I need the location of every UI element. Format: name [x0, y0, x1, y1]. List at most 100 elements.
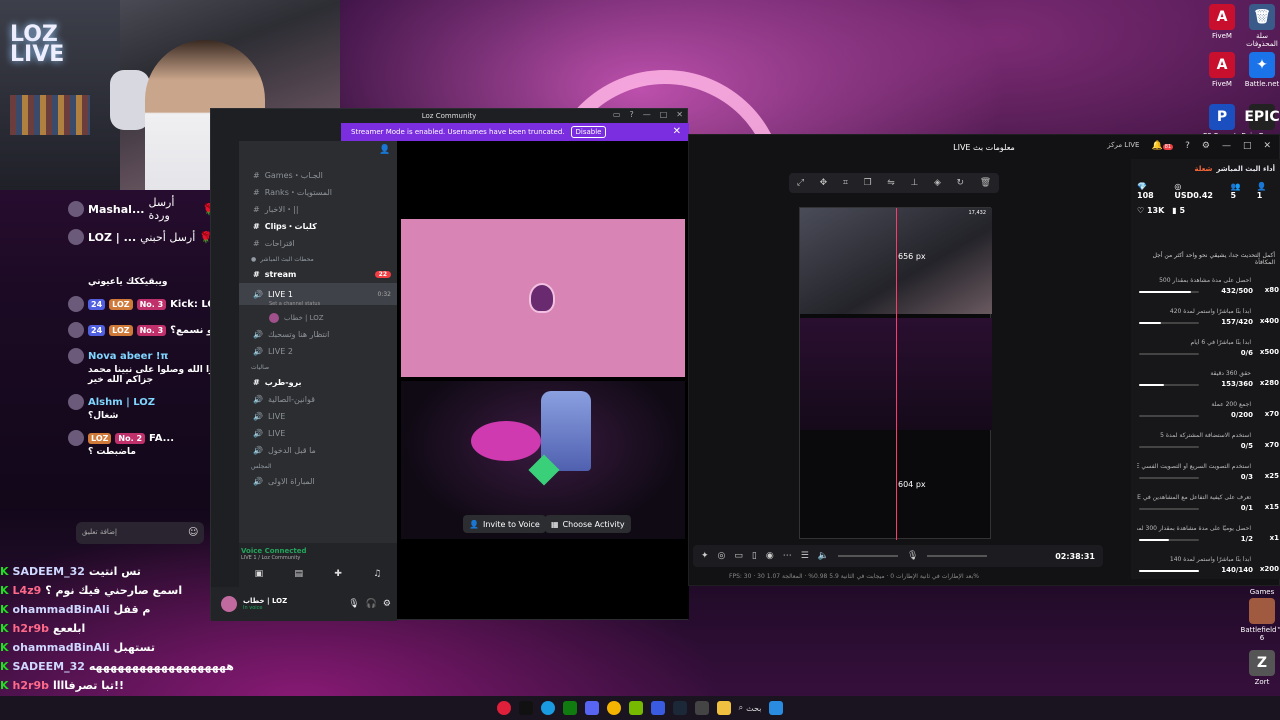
category-other[interactable]: المجلس: [239, 459, 397, 473]
voice-channel[interactable]: 🔊 LIVE: [239, 425, 397, 442]
text-channel[interactable]: # الاخبار・||: [239, 201, 397, 218]
text-channel[interactable]: # Ranks・المستويات: [239, 184, 397, 201]
participant-tile[interactable]: [401, 219, 685, 377]
text-channel[interactable]: # اقتراحات: [239, 235, 397, 252]
effects-icon[interactable]: ✦: [701, 551, 709, 561]
inbox-icon[interactable]: ▭: [613, 110, 621, 119]
category-voice[interactable]: صاليات: [239, 360, 397, 374]
stream-canvas[interactable]: 17,432 656 px 604 px: [799, 207, 992, 540]
battlefield-icon[interactable]: Battlefield™ 6: [1240, 598, 1280, 642]
maximize-icon[interactable]: □: [660, 110, 668, 119]
minimize-icon[interactable]: —: [1222, 141, 1231, 151]
quest-progress: 0/3: [1240, 473, 1253, 481]
taskbar: ⌕ بحث: [0, 696, 1280, 720]
channel-status[interactable]: Set a channel status: [239, 301, 397, 309]
text-channel[interactable]: # Clips・كلبات: [239, 218, 397, 235]
settings-icon[interactable]: ⚙: [1202, 141, 1210, 151]
voice-channel[interactable]: 🔊 LIVE: [239, 408, 397, 425]
notification-icon[interactable]: 🔔 81: [1151, 141, 1174, 151]
canvas-counter: 17,432: [968, 210, 987, 216]
phone-icon[interactable]: ▯: [752, 551, 757, 561]
chat-input[interactable]: إضافة تعليق: [76, 522, 204, 544]
volume-icon[interactable]: 🔈: [818, 551, 829, 561]
edge-icon[interactable]: [540, 701, 555, 715]
channel-other[interactable]: 🔊 المباراة الاولى: [239, 473, 397, 490]
record-icon[interactable]: ◉: [766, 551, 774, 561]
crop-icon[interactable]: ⌗: [843, 178, 848, 188]
file-explorer-icon[interactable]: [716, 701, 731, 715]
settings-icon[interactable]: [694, 701, 709, 715]
recycle-bin-icon-glyph: 🗑: [1249, 4, 1275, 30]
activities-icon[interactable]: ✚: [334, 569, 342, 579]
measure-guide: [896, 208, 897, 540]
refresh-icon[interactable]: ↻: [957, 178, 965, 188]
audio-icon[interactable]: ◎: [718, 551, 726, 561]
voice-channel[interactable]: 🔊 قوانين-الصالية: [239, 391, 397, 408]
person-add-icon: 👤: [469, 519, 479, 529]
choose-activity-button[interactable]: ▦ Choose Activity: [545, 515, 631, 533]
mixer-icon[interactable]: ☰: [801, 551, 809, 561]
channel-name: الاخبار・||: [264, 205, 299, 214]
camera-icon[interactable]: ▣: [255, 569, 264, 579]
minimize-icon[interactable]: —: [643, 110, 651, 119]
voice-channel[interactable]: # برو-طرب: [239, 374, 397, 391]
settings-icon[interactable]: ⚙: [383, 599, 391, 609]
headphones-icon[interactable]: 🎧: [366, 599, 377, 609]
opera-icon[interactable]: [496, 701, 511, 715]
close-icon[interactable]: ✕: [1263, 141, 1271, 151]
add-member-icon[interactable]: 👤: [379, 145, 390, 155]
copy-icon[interactable]: ❐: [864, 178, 872, 188]
voice-channel[interactable]: 🔊 LIVE 2: [239, 343, 397, 360]
voice-channel[interactable]: 🔊 انتظار هنا وتسحبك: [239, 326, 397, 343]
fivem-icon-2[interactable]: A FiveM: [1200, 52, 1244, 88]
maximize-icon[interactable]: □: [1243, 141, 1252, 151]
delete-icon[interactable]: 🗑: [980, 178, 991, 188]
xbox-icon[interactable]: [562, 701, 577, 715]
disable-button[interactable]: Disable: [570, 126, 607, 138]
channel-stream[interactable]: # stream 22: [239, 266, 397, 283]
mic-slider[interactable]: [927, 555, 988, 557]
invite-to-voice-button[interactable]: 👤 Invite to Voice: [463, 515, 546, 533]
search-box[interactable]: ⌕ بحث: [739, 703, 762, 713]
recycle-bin-icon[interactable]: 🗑 سلة المحذوفات: [1240, 4, 1280, 48]
align-icon[interactable]: ⊥: [910, 178, 918, 188]
volume-slider[interactable]: [838, 555, 899, 557]
emoji-icon[interactable]: ☺: [188, 527, 198, 538]
twitch-username: h2r9b: [12, 622, 49, 635]
tiktok-icon[interactable]: [518, 701, 533, 715]
fit-icon[interactable]: ⤢: [797, 178, 804, 188]
quest-item: حقق 360 دقيقة 153/360 x280: [1131, 367, 1280, 398]
banner-close-icon[interactable]: ✕: [673, 126, 681, 137]
live-center-button[interactable]: مركز LIVE: [1107, 141, 1139, 151]
battlenet-icon[interactable]: ✦ Battle.net: [1240, 52, 1280, 88]
voice-channel[interactable]: 🔊 ما قبل الدخول: [239, 442, 397, 459]
quest-reward: x15: [1264, 503, 1279, 511]
chrome-icon[interactable]: [606, 701, 621, 715]
mic-icon[interactable]: 🎙: [348, 599, 359, 609]
help-icon[interactable]: ?: [1185, 141, 1190, 151]
avatar: [68, 430, 84, 446]
mic-icon[interactable]: 🎙: [907, 551, 918, 561]
category-live[interactable]: ● محطات البث المباشر: [239, 252, 397, 266]
zort-icon[interactable]: Z Zort: [1240, 650, 1280, 686]
close-icon[interactable]: ✕: [676, 110, 683, 119]
screen-share-icon[interactable]: ▤: [295, 569, 304, 579]
more-icon[interactable]: ⋯: [783, 551, 792, 561]
fivem-icon[interactable]: A FiveM: [1200, 4, 1244, 40]
voice-member[interactable]: خطاب | LOZ: [239, 309, 397, 326]
quest-progress-fill: [1139, 322, 1162, 324]
app-icon[interactable]: [650, 701, 665, 715]
discord-icon[interactable]: [584, 701, 599, 715]
nvidia-icon[interactable]: [628, 701, 643, 715]
soundboard-icon[interactable]: ♫: [373, 569, 381, 579]
help-icon[interactable]: ?: [629, 110, 633, 119]
steam-icon[interactable]: [672, 701, 687, 715]
text-channel[interactable]: # Games・الجـاب: [239, 167, 397, 184]
layers-icon[interactable]: ◈: [934, 178, 941, 188]
windows-start-icon[interactable]: [769, 701, 784, 715]
user-avatar[interactable]: [221, 596, 237, 612]
flip-icon[interactable]: ⇋: [887, 178, 895, 188]
user-name: خطاب | LOZ: [243, 597, 288, 605]
move-icon[interactable]: ✥: [820, 178, 828, 188]
screen-icon[interactable]: ▭: [734, 551, 743, 561]
